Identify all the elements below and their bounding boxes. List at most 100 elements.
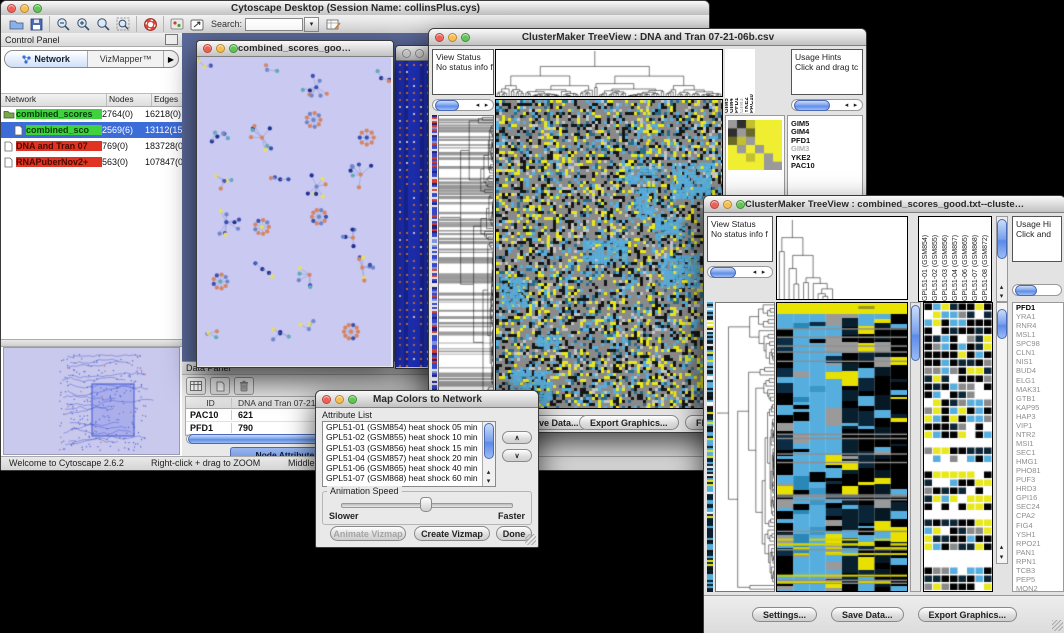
tv2-export-graphics-button[interactable]: Export Graphics... xyxy=(918,607,1018,622)
attribute-list-item[interactable]: GPL51-03 (GSM856) heat shock 15 min xyxy=(323,443,483,453)
network-row[interactable]: combined_scores2764(0)16218(0) xyxy=(1,106,182,122)
network-overview-panel[interactable] xyxy=(3,347,180,455)
tv2-zoom-heatmap[interactable] xyxy=(923,302,993,592)
network-row[interactable]: RNAPuberNov2+563(0)107847(0) xyxy=(1,154,182,170)
gene-label[interactable]: KAP95 xyxy=(1016,403,1063,412)
open-folder-icon[interactable] xyxy=(6,15,26,33)
gene-label[interactable]: ELG1 xyxy=(1016,376,1063,385)
gene-label[interactable]: RNR4 xyxy=(1016,321,1063,330)
scroll-thumb[interactable] xyxy=(911,305,920,361)
window-controls[interactable] xyxy=(7,4,42,13)
gene-label[interactable]: HRD3 xyxy=(1016,484,1063,493)
tv1-global-heatmap[interactable] xyxy=(495,99,723,409)
close-icon[interactable] xyxy=(7,4,16,13)
gene-label[interactable]: NTR2 xyxy=(1016,430,1063,439)
gene-label[interactable]: SEC1 xyxy=(1016,448,1063,457)
dialog-titlebar[interactable]: Map Colors to Network xyxy=(316,391,538,408)
minimize-icon[interactable] xyxy=(335,395,344,404)
scroll-thumb[interactable] xyxy=(1015,285,1037,296)
treeview2-titlebar[interactable]: ClusterMaker TreeView : combined_scores_… xyxy=(704,196,1064,213)
minimize-icon[interactable] xyxy=(448,33,457,42)
speed-slider-thumb[interactable] xyxy=(420,497,432,512)
scroll-thumb[interactable] xyxy=(997,309,1007,339)
gene-label[interactable]: FIG4 xyxy=(1016,521,1063,530)
zoom-fit-icon[interactable] xyxy=(113,15,133,33)
zoom-in-icon[interactable] xyxy=(73,15,93,33)
tv2-zoom-vscrollbar[interactable] xyxy=(996,302,1008,564)
gene-label[interactable]: SEC24 xyxy=(1016,502,1063,511)
gene-label[interactable]: PAC10 xyxy=(791,162,862,170)
gene-label[interactable]: HAP3 xyxy=(1016,412,1063,421)
tv1-zoom-scrollbar[interactable] xyxy=(791,99,863,111)
gene-label[interactable]: PFD1 xyxy=(1016,303,1063,312)
tv1-column-tree[interactable] xyxy=(495,49,723,97)
scroll-down-icon[interactable] xyxy=(997,293,1006,300)
save-icon[interactable] xyxy=(26,15,46,33)
scroll-thumb[interactable] xyxy=(484,423,494,459)
new-view-icon[interactable] xyxy=(187,15,207,33)
col-nodes[interactable]: Nodes xyxy=(107,94,152,106)
scroll-right-icon[interactable] xyxy=(759,269,768,276)
gene-label[interactable]: NIS1 xyxy=(1016,357,1063,366)
gene-label[interactable]: TCB3 xyxy=(1016,566,1063,575)
network-view-canvas[interactable] xyxy=(197,57,391,366)
close-icon[interactable] xyxy=(402,49,411,58)
tv2-save-data-button[interactable]: Save Data... xyxy=(831,607,904,622)
gene-label[interactable]: YRA1 xyxy=(1016,312,1063,321)
tv1-zoom-matrix[interactable] xyxy=(728,120,782,170)
attribute-list-item[interactable]: GPL51-04 (GSM857) heat shock 20 min xyxy=(323,453,483,463)
main-titlebar[interactable]: Cytoscape Desktop (Session Name: collins… xyxy=(1,1,709,16)
overview-divider[interactable] xyxy=(1,339,182,347)
scroll-thumb[interactable] xyxy=(435,100,459,111)
tv2-zoom-hscrollbar[interactable] xyxy=(1012,284,1062,296)
attribute-list-item[interactable]: GPL51-07 (GSM868) heat shock 60 min xyxy=(323,473,483,483)
gene-label[interactable]: PHO81 xyxy=(1016,466,1063,475)
treeview1-titlebar[interactable]: ClusterMaker TreeView : DNA and Tran 07-… xyxy=(429,29,866,46)
gene-label[interactable]: CLN1 xyxy=(1016,348,1063,357)
delete-attribute-icon[interactable] xyxy=(234,377,254,395)
tab-overflow-button[interactable]: ▶ xyxy=(163,51,178,67)
resize-grip[interactable] xyxy=(525,534,536,545)
list-vscrollbar[interactable] xyxy=(482,422,495,486)
gene-label[interactable]: PAN1 xyxy=(1016,548,1063,557)
gene-label[interactable]: PUF3 xyxy=(1016,475,1063,484)
network-overview-canvas[interactable] xyxy=(4,348,179,452)
attribute-list-item[interactable]: GPL51-06 (GSM865) heat shock 40 min xyxy=(323,463,483,473)
scroll-up-icon[interactable] xyxy=(997,544,1006,551)
attribute-editor-icon[interactable] xyxy=(323,15,343,33)
tv2-collabel-scrollbar[interactable] xyxy=(996,216,1008,302)
gene-label[interactable]: RPO21 xyxy=(1016,539,1063,548)
tv2-row-tree[interactable] xyxy=(715,302,775,592)
minimize-icon[interactable] xyxy=(216,44,225,53)
attr-column-header[interactable]: DNA and Tran 07-21-06 xyxy=(232,398,328,408)
animate-vizmap-button[interactable]: Animate Vizmap xyxy=(330,526,406,541)
tv2-column-tree[interactable] xyxy=(776,216,908,300)
new-attribute-icon[interactable] xyxy=(210,377,230,395)
create-vizmap-button[interactable]: Create Vizmap xyxy=(414,526,490,541)
scroll-down-icon[interactable] xyxy=(997,554,1006,561)
move-down-button[interactable]: ∨ xyxy=(502,449,532,462)
scroll-left-icon[interactable] xyxy=(842,102,851,109)
zoom-window-icon[interactable] xyxy=(33,4,42,13)
scroll-left-icon[interactable] xyxy=(473,102,482,109)
gene-label[interactable]: GTB1 xyxy=(1016,394,1063,403)
gene-label[interactable]: RPN1 xyxy=(1016,557,1063,566)
network-row[interactable]: combined_sco2569(6)13112(15) xyxy=(1,122,182,138)
attribute-list-item[interactable]: GPL51-02 (GSM855) heat shock 10 min xyxy=(323,432,483,442)
search-input[interactable] xyxy=(245,18,303,31)
tab-network[interactable]: Network xyxy=(5,51,88,67)
zoom-selected-icon[interactable] xyxy=(93,15,113,33)
plugin-manager-icon[interactable] xyxy=(167,15,187,33)
gene-label[interactable]: MSL1 xyxy=(1016,330,1063,339)
scroll-thumb[interactable] xyxy=(794,100,830,111)
scroll-down-icon[interactable] xyxy=(484,478,493,485)
close-icon[interactable] xyxy=(203,44,212,53)
float-panel-icon[interactable] xyxy=(165,34,178,45)
tv2-status-scrollbar[interactable] xyxy=(707,266,773,278)
network-row[interactable]: DNA and Tran 07769(0)183728(0) xyxy=(1,138,182,154)
minimize-icon[interactable] xyxy=(723,200,732,209)
close-icon[interactable] xyxy=(710,200,719,209)
zoom-window-icon[interactable] xyxy=(461,33,470,42)
gene-label[interactable]: PEP5 xyxy=(1016,575,1063,584)
scroll-thumb[interactable] xyxy=(710,267,736,278)
